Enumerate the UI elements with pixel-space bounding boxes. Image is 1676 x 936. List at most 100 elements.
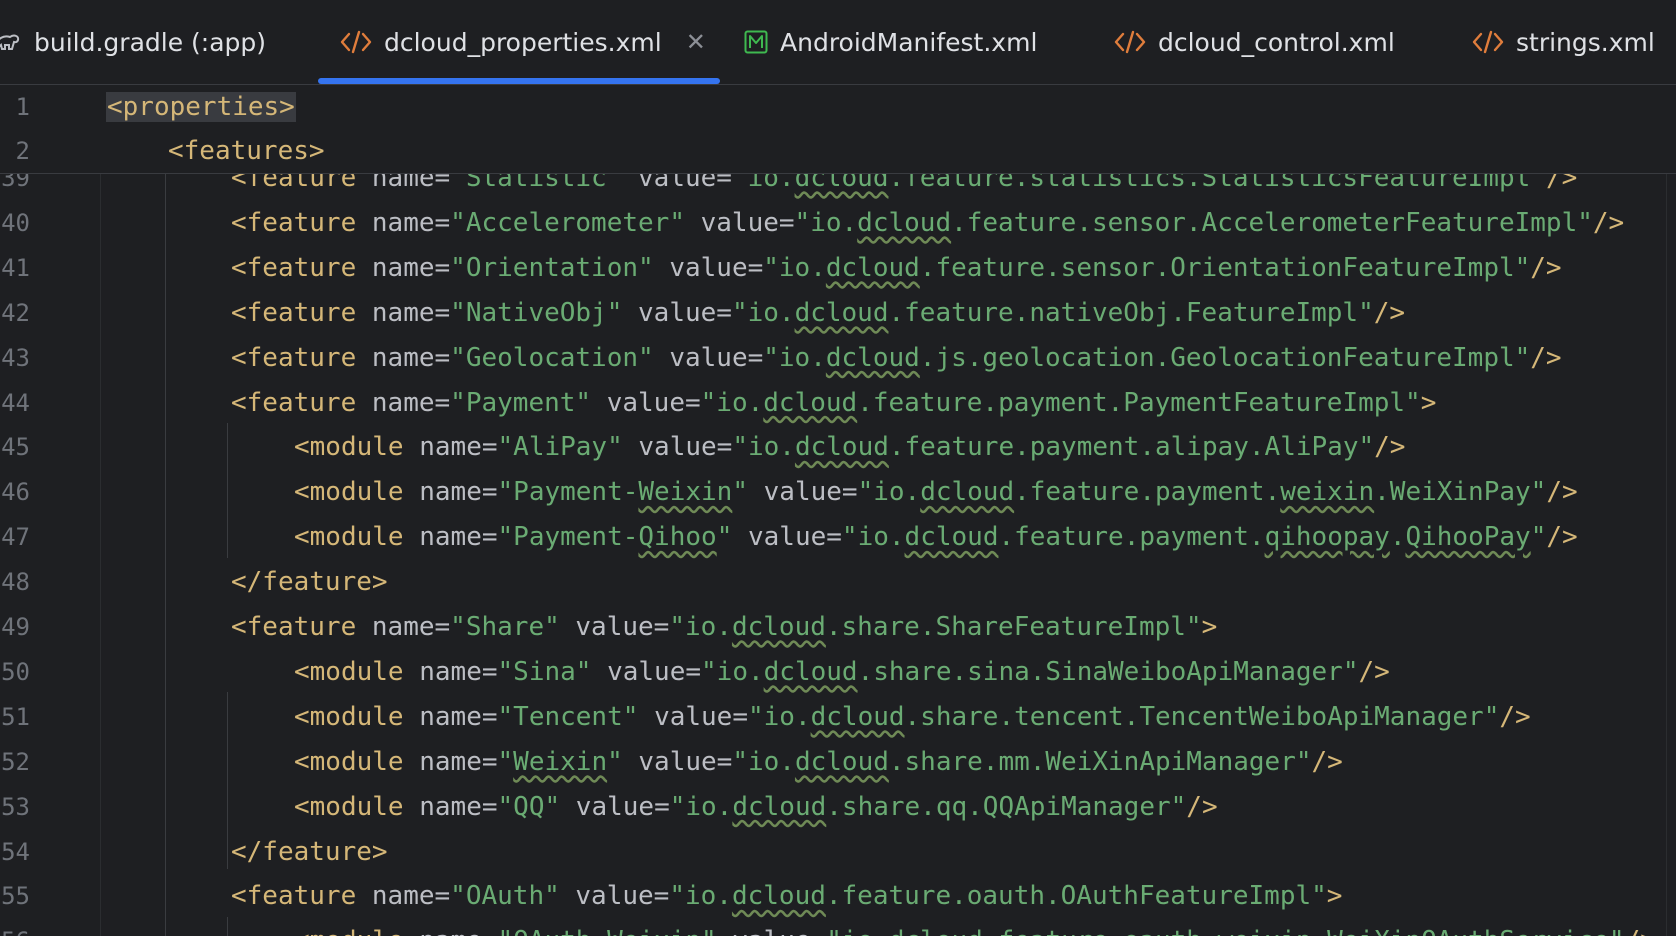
code-text[interactable]: <feature name="OAuth" value="io.dcloud.f… xyxy=(231,874,1342,918)
active-tab-indicator xyxy=(318,78,720,84)
indent-guide xyxy=(227,423,228,558)
xml-value: .feature.payment.alipay.AliPay" xyxy=(888,432,1375,463)
line-number[interactable]: 49 xyxy=(0,605,30,649)
tab-dcloud-control[interactable]: dcloud_control.xml xyxy=(1114,0,1395,84)
xml-attribute: value= xyxy=(654,701,748,732)
code-text[interactable]: <module name="OAuth-Weixin" value="io.dc… xyxy=(294,919,1656,936)
xml-value: .share.qq.QQApiManager" xyxy=(826,791,1187,822)
line-number[interactable]: 50 xyxy=(0,650,30,694)
xml-value: .feature.oauth.weixin.WeiXinOAuthService… xyxy=(983,926,1625,936)
code-text[interactable]: <module name="Payment-Qihoo" value="io.d… xyxy=(294,515,1578,559)
code-line[interactable]: 44 <feature name="Payment" value="io.dclo… xyxy=(0,381,1676,425)
xml-value: "io. xyxy=(701,656,764,687)
xml-icon xyxy=(1472,29,1504,55)
line-number[interactable]: 55 xyxy=(0,874,30,918)
close-icon[interactable]: ✕ xyxy=(686,30,706,54)
code-line[interactable]: 54 </feature> xyxy=(0,830,1676,874)
xml-value: .js.geolocation.GeolocationFeatureImpl" xyxy=(919,342,1531,373)
code-line[interactable]: 50 <module name="Sina" value="io.dcloud.s… xyxy=(0,650,1676,694)
code-text[interactable]: <feature name="Geolocation" value="io.dc… xyxy=(231,336,1562,380)
line-number[interactable]: 56 xyxy=(0,919,30,936)
xml-tag: <module xyxy=(294,656,420,687)
line-number[interactable]: 46 xyxy=(0,470,30,514)
xml-tag: > xyxy=(1201,612,1218,642)
xml-value: .feature.sensor.AccelerometerFeatureImpl… xyxy=(951,207,1593,238)
line-number[interactable]: 2 xyxy=(0,129,30,173)
code-text[interactable]: <feature name="NativeObj" value="io.dclo… xyxy=(231,291,1405,335)
code-text[interactable]: </feature> xyxy=(231,830,388,874)
line-number[interactable]: 52 xyxy=(0,740,30,784)
code-text[interactable]: </feature> xyxy=(231,560,388,604)
xml-value: "io. xyxy=(669,612,732,642)
tab-dcloud-properties[interactable]: dcloud_properties.xml ✕ xyxy=(340,0,706,84)
code-line[interactable]: 1 <properties> xyxy=(0,85,1676,129)
tab-label: build.gradle (:app) xyxy=(34,27,267,57)
xml-value: "Geolocation" xyxy=(450,342,670,373)
code-text[interactable]: <module name="AliPay" value="io.dcloud.f… xyxy=(294,425,1405,469)
code-text[interactable]: <properties> xyxy=(106,85,296,129)
line-number[interactable]: 54 xyxy=(0,830,30,874)
xml-value: "io. xyxy=(731,297,795,328)
line-number[interactable]: 53 xyxy=(0,785,30,829)
code-line[interactable]: 41 <feature name="Orientation" value="io.… xyxy=(0,246,1676,290)
xml-attribute: value= xyxy=(700,207,795,238)
code-line[interactable]: 52 <module name="Weixin" value="io.dcloud… xyxy=(0,740,1676,784)
xml-attribute: value= xyxy=(606,387,701,418)
line-number[interactable]: 43 xyxy=(0,336,30,380)
tab-android-manifest[interactable]: AndroidManifest.xml xyxy=(744,0,1037,84)
xml-tag: </feature> xyxy=(231,836,388,867)
code-line[interactable]: 47 <module name="Payment-Qihoo" value="io… xyxy=(0,515,1676,559)
tab-build-gradle[interactable]: build.gradle (:app) xyxy=(0,0,266,84)
xml-tag: /> xyxy=(1546,522,1578,553)
code-text[interactable]: <module name="Sina" value="io.dcloud.sha… xyxy=(294,650,1390,694)
code-text[interactable]: <feature name="Orientation" value="io.dc… xyxy=(231,246,1562,290)
line-number[interactable]: 1 xyxy=(0,85,30,129)
tab-label: dcloud_control.xml xyxy=(1158,27,1395,57)
line-number[interactable]: 42 xyxy=(0,291,30,335)
line-number[interactable]: 44 xyxy=(0,381,30,425)
code-line[interactable]: 53 <module name="QQ" value="io.dcloud.sha… xyxy=(0,785,1676,829)
xml-value: dcloud xyxy=(763,387,858,418)
tab-strings[interactable]: strings.xml xyxy=(1472,0,1655,84)
xml-attribute: name= xyxy=(371,612,451,642)
code-text[interactable]: <module name="Tencent" value="io.dcloud.… xyxy=(294,695,1531,739)
line-number[interactable]: 45 xyxy=(0,425,30,469)
sticky-scroll-header[interactable]: 1 <properties> 2 <features> xyxy=(0,85,1676,174)
code-line[interactable]: 40 <feature name="Accelerometer" value="i… xyxy=(0,201,1676,245)
code-text[interactable]: <feature name="Accelerometer" value="io.… xyxy=(231,201,1624,245)
code-line[interactable]: 56 <module name="OAuth-Weixin" value="io.… xyxy=(0,919,1676,936)
code-text[interactable]: <features> xyxy=(168,129,325,173)
code-line[interactable]: 43 <feature name="Geolocation" value="io.… xyxy=(0,336,1676,380)
code-line[interactable]: 2 <features> xyxy=(0,129,1676,173)
line-number[interactable]: 41 xyxy=(0,246,30,290)
code-editor[interactable]: 1 <properties> 2 <features> 39 <feature name… xyxy=(0,85,1676,936)
code-text[interactable]: <module name="Payment-Weixin" value="io.… xyxy=(294,470,1578,514)
xml-attribute: name= xyxy=(419,746,498,777)
code-line[interactable]: 51 <module name="Tencent" value="io.dclou… xyxy=(0,695,1676,739)
xml-value: dcloud xyxy=(810,701,905,732)
xml-tag: </feature> xyxy=(231,567,388,598)
code-line[interactable]: 55 <feature name="OAuth" value="io.dcloud… xyxy=(0,874,1676,918)
code-text[interactable]: <module name="Weixin" value="io.dcloud.s… xyxy=(294,740,1343,784)
code-line[interactable]: 42 <feature name="NativeObj" value="io.dc… xyxy=(0,291,1676,335)
xml-value: " xyxy=(607,746,639,777)
gradle-icon xyxy=(0,30,22,54)
code-text[interactable]: <module name="QQ" value="io.dcloud.share… xyxy=(294,785,1218,829)
code-line[interactable]: 46 <module name="Payment-Weixin" value="i… xyxy=(0,470,1676,514)
code-line[interactable]: 49 <feature name="Share" value="io.dcloud… xyxy=(0,605,1676,649)
line-number[interactable]: 48 xyxy=(0,560,30,604)
xml-value: dcloud xyxy=(732,791,827,822)
xml-attribute: name= xyxy=(419,656,498,687)
line-number[interactable]: 40 xyxy=(0,201,30,245)
tab-label: dcloud_properties.xml xyxy=(384,27,662,57)
line-number[interactable]: 47 xyxy=(0,515,30,559)
code-text[interactable]: <feature name="Payment" value="io.dcloud… xyxy=(231,381,1436,425)
xml-value: .share.ShareFeatureImpl" xyxy=(825,612,1202,642)
code-line[interactable]: 45 <module name="AliPay" value="io.dcloud… xyxy=(0,425,1676,469)
code-line[interactable]: 48 </feature> xyxy=(0,560,1676,604)
code-text[interactable]: <feature name="Share" value="io.dcloud.s… xyxy=(231,605,1217,649)
line-number[interactable]: 51 xyxy=(0,695,30,739)
xml-value: "io. xyxy=(732,432,795,463)
xml-value: .feature.oauth.OAuthFeatureImpl" xyxy=(825,881,1327,912)
xml-value: dcloud xyxy=(825,342,920,373)
